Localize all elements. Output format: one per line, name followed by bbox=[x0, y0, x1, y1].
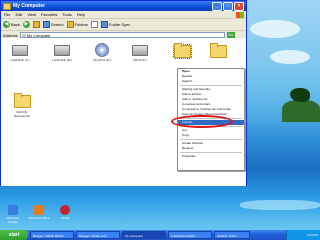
desktop-icon-label: Windows Update bbox=[6, 216, 20, 224]
drive-item-d[interactable]: Local Disk (D:) bbox=[49, 45, 75, 62]
search-label: Search bbox=[50, 22, 64, 27]
menu-file[interactable]: File bbox=[4, 12, 10, 17]
menu-bar: File Edit View Favorites Tools Help bbox=[1, 11, 246, 19]
address-label: Address bbox=[3, 32, 18, 38]
clock[interactable]: 4:24 PM bbox=[307, 233, 318, 237]
folder-icon bbox=[209, 43, 227, 58]
folders-label: Folders bbox=[74, 22, 88, 27]
menu-edit[interactable]: Edit bbox=[15, 12, 22, 17]
office-icon bbox=[34, 205, 44, 215]
up-button[interactable] bbox=[32, 21, 40, 28]
taskbar-button[interactable]: untitled - Paint bbox=[214, 231, 250, 239]
menu-separator bbox=[180, 85, 242, 86]
menu-separator bbox=[180, 139, 242, 140]
forward-arrow-icon: ▶ bbox=[22, 21, 30, 28]
removable-drive-item[interactable]: CRUZ (F:) bbox=[127, 45, 153, 62]
menu-view[interactable]: View bbox=[27, 12, 36, 17]
hard-drive-icon bbox=[54, 45, 70, 56]
menu-separator bbox=[180, 152, 242, 153]
folder-sync-label: Folder Sync bbox=[108, 22, 131, 27]
drive-label: CRUZ (F:) bbox=[133, 58, 147, 62]
maximize-button[interactable]: □ bbox=[223, 1, 233, 11]
folders-button[interactable]: Folders bbox=[66, 21, 88, 28]
cloud bbox=[270, 50, 310, 64]
taskbar-button[interactable]: Blogger: INDAB BILAN... bbox=[30, 231, 74, 239]
desktop-icon-label: Media bbox=[60, 216, 70, 220]
annotation-circle bbox=[171, 115, 233, 128]
views-icon bbox=[90, 21, 98, 28]
taskbar-button[interactable]: 2 Windows Media... bbox=[168, 231, 212, 239]
back-label: Back bbox=[11, 22, 20, 27]
folder-label: Dell (My Documents) bbox=[13, 110, 31, 118]
title-bar[interactable]: My Computer _ □ × bbox=[1, 1, 246, 11]
my-documents-item[interactable]: Dell (My Documents) bbox=[9, 93, 35, 118]
media-icon bbox=[60, 205, 70, 215]
system-tray: 4:24 PM bbox=[286, 230, 320, 240]
windows-update-icon bbox=[8, 205, 18, 215]
search-icon bbox=[42, 21, 50, 28]
menu-help[interactable]: Help bbox=[77, 12, 85, 17]
menu-item-search[interactable]: Search... bbox=[178, 79, 244, 84]
cloud bbox=[250, 20, 300, 38]
folder-icon bbox=[13, 93, 31, 108]
folder-item-selected[interactable] bbox=[169, 43, 195, 60]
menu-tools[interactable]: Tools bbox=[62, 12, 71, 17]
taskbar: start Blogger: INDAB BILAN... Blogger: C… bbox=[0, 230, 320, 240]
computer-icon bbox=[21, 33, 26, 37]
sea-foam bbox=[240, 200, 320, 210]
address-value: My Computer bbox=[26, 32, 51, 38]
hard-drive-icon bbox=[12, 45, 28, 56]
folder-sync-button[interactable]: Folder Sync bbox=[100, 21, 131, 28]
palm-tree bbox=[290, 88, 310, 102]
minimize-button[interactable]: _ bbox=[212, 1, 222, 11]
cd-drive-icon bbox=[95, 43, 109, 57]
window-title: My Computer bbox=[13, 3, 45, 9]
taskbar-button-active[interactable]: My Computer bbox=[122, 231, 166, 239]
start-button[interactable]: start bbox=[0, 230, 28, 240]
folder-icon bbox=[172, 43, 192, 59]
back-arrow-icon: ◀ bbox=[3, 21, 10, 28]
my-computer-icon bbox=[3, 2, 11, 10]
close-button[interactable]: × bbox=[234, 1, 244, 11]
desktop-icon-office[interactable]: Microsoft Office bbox=[28, 205, 50, 220]
folder-item[interactable] bbox=[205, 43, 231, 60]
drive-label: Local Disk (D:) bbox=[52, 58, 72, 62]
search-button[interactable]: Search bbox=[42, 21, 64, 28]
drive-item-c[interactable]: Local Disk (C:) bbox=[7, 45, 33, 62]
forward-button[interactable]: ▶ bbox=[22, 21, 30, 28]
windows-logo-icon bbox=[236, 11, 244, 18]
desktop-icon-media[interactable]: Media bbox=[54, 205, 76, 220]
removable-drive-icon bbox=[132, 45, 148, 56]
desktop-icon-windows-update[interactable]: Windows Update bbox=[2, 205, 24, 224]
menu-item-copy[interactable]: Copy bbox=[178, 133, 244, 138]
drive-label: CD Drive (E:) bbox=[93, 58, 111, 62]
menu-item-properties[interactable]: Properties bbox=[178, 154, 244, 159]
taskbar-button[interactable]: Blogger: Create post... bbox=[76, 231, 120, 239]
back-button[interactable]: ◀ Back bbox=[3, 21, 20, 28]
folder-sync-icon bbox=[100, 21, 108, 28]
island bbox=[282, 100, 320, 122]
menu-item-rename[interactable]: Rename bbox=[178, 146, 244, 151]
desktop-icon-label: Microsoft Office bbox=[28, 216, 50, 220]
cd-drive-item[interactable]: CD Drive (E:) bbox=[89, 43, 115, 62]
folder-up-icon bbox=[32, 21, 40, 28]
drive-label: Local Disk (C:) bbox=[10, 58, 30, 62]
toolbar: ◀ Back ▶ Search Folders Folder Sync bbox=[1, 19, 246, 31]
views-button[interactable] bbox=[90, 21, 98, 28]
folders-icon bbox=[66, 21, 74, 28]
menu-favorites[interactable]: Favorites bbox=[41, 12, 57, 17]
